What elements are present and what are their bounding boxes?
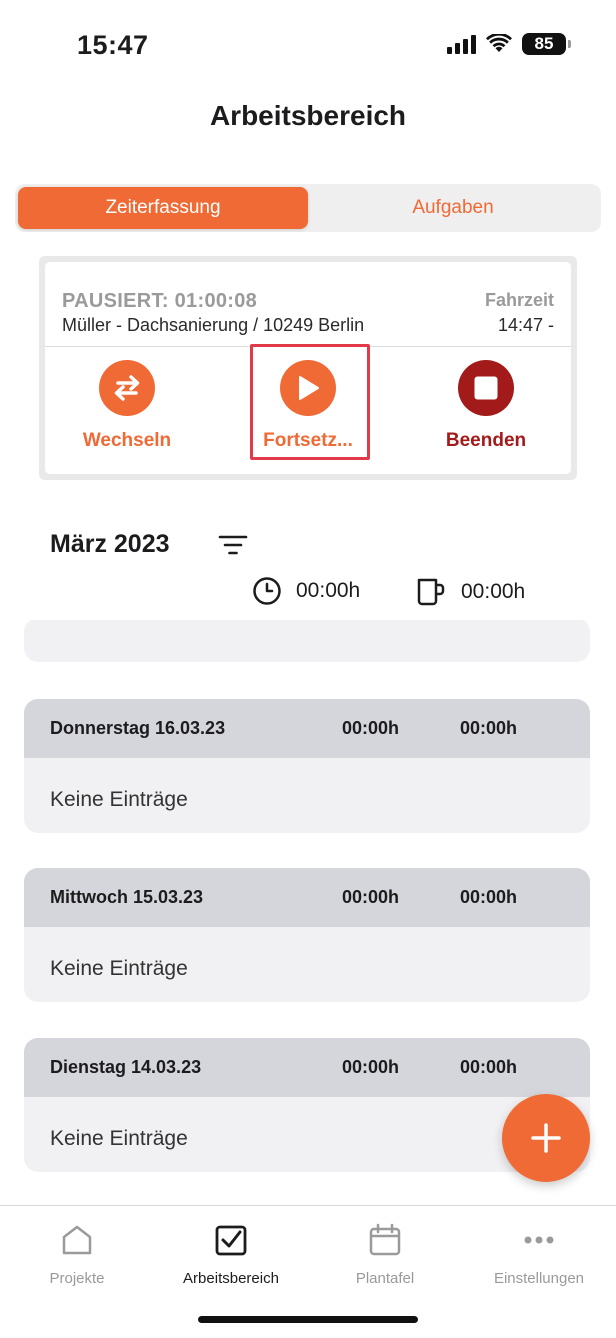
battery-icon: 85	[522, 33, 571, 55]
day-empty-text: Keine Einträge	[50, 957, 188, 980]
calendar-icon	[369, 1223, 401, 1256]
resume-label: Fortsetz...	[263, 430, 353, 451]
day-date: Mittwoch 15.03.23	[50, 887, 204, 907]
month-label: März 2023	[50, 530, 170, 558]
plus-icon	[531, 1123, 561, 1153]
resume-button[interactable]: Fortsetz...	[233, 360, 383, 452]
page-title: Arbeitsbereich	[209, 100, 407, 131]
day-date: Donnerstag 16.03.23	[50, 718, 226, 738]
break-total-value: 00:00h	[461, 580, 526, 603]
timer-start-time: 14:47 -	[497, 315, 554, 335]
wifi-icon	[486, 34, 512, 52]
active-timer-card: PAUSIERT: 01:00:08 Müller - Dachsanierun…	[45, 262, 571, 474]
tab-plantafel[interactable]: Plantafel	[308, 1220, 462, 1287]
day-card[interactable]: Donnerstag 16.03.23 00:00h 00:00h Keine …	[24, 699, 590, 833]
filter-icon[interactable]	[218, 533, 248, 557]
tab-einstellungen[interactable]: Einstellungen	[462, 1220, 616, 1287]
work-total: 00:00h	[252, 576, 360, 606]
segmented-control: Zeiterfassung Aufgaben	[15, 184, 601, 232]
day-work-total: 00:00h	[342, 718, 400, 738]
timer-project: Müller - Dachsanierung / 10249 Berlin	[62, 315, 365, 335]
day-empty-text: Keine Einträge	[50, 788, 188, 811]
coffee-cup-icon	[417, 578, 445, 606]
status-time: 15:47	[77, 30, 149, 60]
tab-arbeitsbereich[interactable]: Arbeitsbereich	[154, 1220, 308, 1287]
active-timer-panel: PAUSIERT: 01:00:08 Müller - Dachsanierun…	[39, 256, 577, 480]
tab-aufgaben[interactable]: Aufgaben	[308, 187, 598, 229]
day-break-total: 00:00h	[460, 1057, 518, 1077]
clock-icon	[253, 577, 281, 605]
switch-label: Wechseln	[82, 430, 172, 451]
stop-label: Beenden	[445, 430, 527, 451]
day-work-total: 00:00h	[342, 887, 400, 907]
checkbox-icon	[215, 1225, 247, 1256]
tab-label: Arbeitsbereich	[183, 1270, 279, 1287]
day-header: Mittwoch 15.03.23 00:00h 00:00h	[24, 868, 590, 927]
day-work-total: 00:00h	[342, 1057, 400, 1077]
home-icon	[62, 1225, 92, 1255]
work-total-value: 00:00h	[296, 579, 361, 602]
list-item	[24, 620, 590, 662]
timer-status: PAUSIERT: 01:00:08	[62, 290, 258, 312]
day-card[interactable]: Mittwoch 15.03.23 00:00h 00:00h Keine Ei…	[24, 868, 590, 1002]
add-entry-button[interactable]	[502, 1094, 590, 1182]
tab-zeiterfassung[interactable]: Zeiterfassung	[18, 187, 308, 229]
stop-icon	[458, 360, 514, 416]
more-icon	[524, 1236, 554, 1244]
play-icon	[280, 360, 336, 416]
stop-button[interactable]: Beenden	[411, 360, 561, 452]
switch-button[interactable]: Wechseln	[52, 360, 202, 452]
day-header: Donnerstag 16.03.23 00:00h 00:00h	[24, 699, 590, 758]
switch-icon	[99, 360, 155, 416]
status-indicators: 85	[447, 33, 571, 55]
day-break-total: 00:00h	[460, 887, 518, 907]
tab-projekte[interactable]: Projekte	[0, 1220, 154, 1287]
home-indicator	[198, 1316, 418, 1323]
day-break-total: 00:00h	[460, 718, 518, 738]
day-header: Dienstag 14.03.23 00:00h 00:00h	[24, 1038, 590, 1097]
status-bar: 15:47 85	[0, 0, 616, 90]
tab-label: Einstellungen	[493, 1270, 585, 1287]
cellular-signal-icon	[447, 34, 476, 54]
break-total: 00:00h	[415, 576, 525, 608]
divider	[45, 346, 571, 347]
tab-label: Plantafel	[355, 1270, 415, 1287]
tab-label: Projekte	[49, 1270, 105, 1287]
timer-type: Fahrzeit	[484, 290, 554, 310]
day-date: Dienstag 14.03.23	[50, 1057, 202, 1077]
